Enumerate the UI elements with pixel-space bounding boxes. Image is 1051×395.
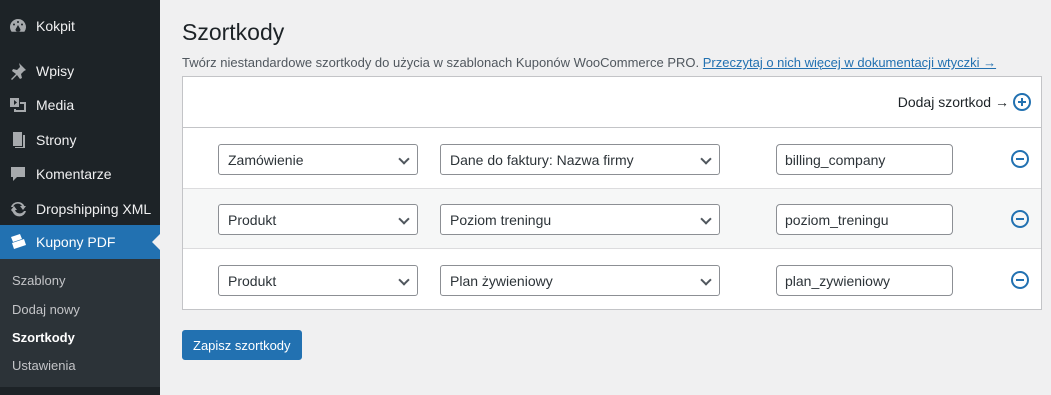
add-shortcode-label: Dodaj szortkod → (897, 94, 1009, 110)
chevron-down-icon (700, 274, 712, 286)
chevron-down-icon (398, 274, 410, 286)
submenu-item-dodaj-nowy[interactable]: Dodaj nowy (12, 302, 80, 317)
pages-icon (0, 130, 36, 150)
sidebar-item-label: Strony (36, 132, 77, 148)
chevron-down-icon (398, 153, 410, 165)
field-select-value: Poziom treningu (450, 211, 552, 228)
submenu-item-ustawienia[interactable]: Ustawienia (12, 358, 76, 373)
media-icon (0, 95, 36, 115)
sidebar-item-dropshipping-xml[interactable]: Dropshipping XML (0, 192, 160, 226)
source-select[interactable]: Produkt (218, 265, 418, 296)
save-shortcodes-button[interactable]: Zapisz szortkody (182, 330, 302, 360)
source-select[interactable]: Zamówienie (218, 144, 418, 175)
sidebar-item-strony[interactable]: Strony (0, 123, 160, 157)
field-select[interactable]: Poziom treningu (440, 204, 720, 235)
sidebar-item-label: Komentarze (36, 166, 112, 182)
field-select-value: Dane do faktury: Nazwa firmy (450, 151, 634, 168)
plus-circle-icon[interactable] (1013, 93, 1031, 111)
add-shortcode-button[interactable]: Dodaj szortkod → (898, 93, 1031, 111)
sidebar-submenu: Szablony Dodaj nowy Szortkody Ustawienia (0, 259, 160, 387)
chevron-down-icon (398, 213, 410, 225)
sidebar-item-label: Media (36, 97, 75, 113)
page-title: Szortkody (182, 19, 285, 45)
sidebar-item-label: Dropshipping XML (36, 201, 152, 217)
source-select-value: Zamówienie (228, 151, 304, 168)
remove-row-button[interactable] (1011, 210, 1029, 228)
comment-icon (0, 164, 36, 184)
sidebar-item-komentarze[interactable]: Komentarze (0, 157, 160, 191)
sidebar-item-label: Kokpit (36, 18, 75, 34)
sidebar-item-label: Wpisy (36, 63, 75, 79)
source-select-value: Produkt (228, 272, 277, 289)
shortcode-input[interactable] (776, 144, 953, 175)
shortcode-row: Produkt Poziom treningu (183, 188, 1041, 249)
source-select[interactable]: Produkt (218, 204, 418, 235)
panel-header: Dodaj szortkod → (183, 77, 1041, 128)
field-select-value: Plan żywieniowy (450, 272, 553, 289)
sidebar-item-media[interactable]: Media (0, 88, 160, 122)
field-select[interactable]: Dane do faktury: Nazwa firmy (440, 144, 720, 175)
remove-row-button[interactable] (1011, 271, 1029, 289)
shortcode-row: Produkt Plan żywieniowy (183, 249, 1041, 310)
shortcodes-panel: Dodaj szortkod → Zamówienie Dane do fakt… (182, 76, 1042, 310)
description-text: Twórz niestandardowe szortkody do użycia… (182, 55, 700, 70)
dashboard-icon (0, 16, 36, 36)
chevron-down-icon (700, 153, 712, 165)
sidebar-item-wpisy[interactable]: Wpisy (0, 54, 160, 88)
documentation-link[interactable]: Przeczytaj o nich więcej w dokumentacji … (703, 55, 996, 70)
sidebar-item-kokpit[interactable]: Kokpit (0, 9, 160, 43)
sidebar-item-kupony-pdf[interactable]: Kupony PDF (0, 225, 160, 259)
pushpin-icon (0, 61, 36, 81)
submenu-item-szablony[interactable]: Szablony (12, 273, 65, 288)
admin-sidebar: Kokpit Wpisy Media Strony Komentarze Dro… (0, 0, 160, 395)
shortcode-input[interactable] (776, 204, 953, 235)
remove-row-button[interactable] (1011, 150, 1029, 168)
chevron-down-icon (700, 213, 712, 225)
field-select[interactable]: Plan żywieniowy (440, 265, 720, 296)
submenu-item-szortkody[interactable]: Szortkody (12, 330, 75, 345)
shortcode-row: Zamówienie Dane do faktury: Nazwa firmy (183, 128, 1041, 189)
page-description: Twórz niestandardowe szortkody do użycia… (182, 55, 996, 70)
source-select-value: Produkt (228, 211, 277, 228)
tickets-icon (0, 232, 36, 252)
shortcode-input[interactable] (776, 265, 953, 296)
sync-icon (0, 199, 36, 219)
sidebar-item-label: Kupony PDF (36, 234, 116, 250)
